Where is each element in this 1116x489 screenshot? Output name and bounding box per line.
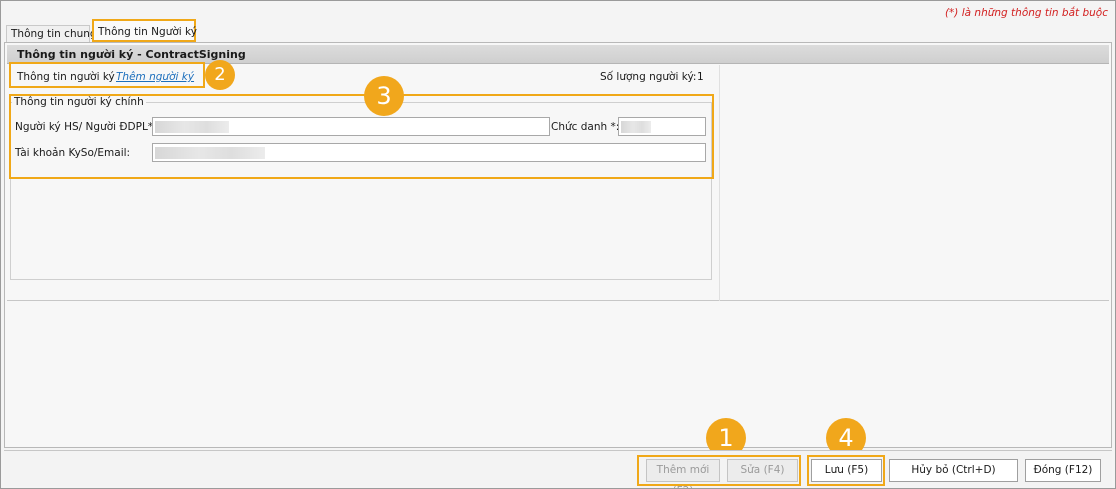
tab-general-info[interactable]: Thông tin chung (6, 25, 97, 42)
signer-count-label: Số lượng người ký: (600, 71, 697, 83)
highlight-add-edit (637, 455, 801, 486)
highlight-save (807, 455, 885, 486)
required-fields-note: (*) là những thông tin bắt buộc (944, 7, 1108, 19)
tab-signer-info[interactable]: Thông tin Người ký (92, 19, 197, 42)
highlight-main-signer (9, 94, 714, 179)
signer-count-value: 1 (697, 71, 704, 83)
step-badge-2: 2 (205, 60, 235, 90)
step-badge-3: 3 (364, 76, 404, 116)
highlight-signer-info (9, 62, 205, 88)
divider (719, 65, 720, 301)
cancel-button[interactable]: Hủy bỏ (Ctrl+D) (889, 459, 1018, 482)
close-button[interactable]: Đóng (F12) (1025, 459, 1101, 482)
